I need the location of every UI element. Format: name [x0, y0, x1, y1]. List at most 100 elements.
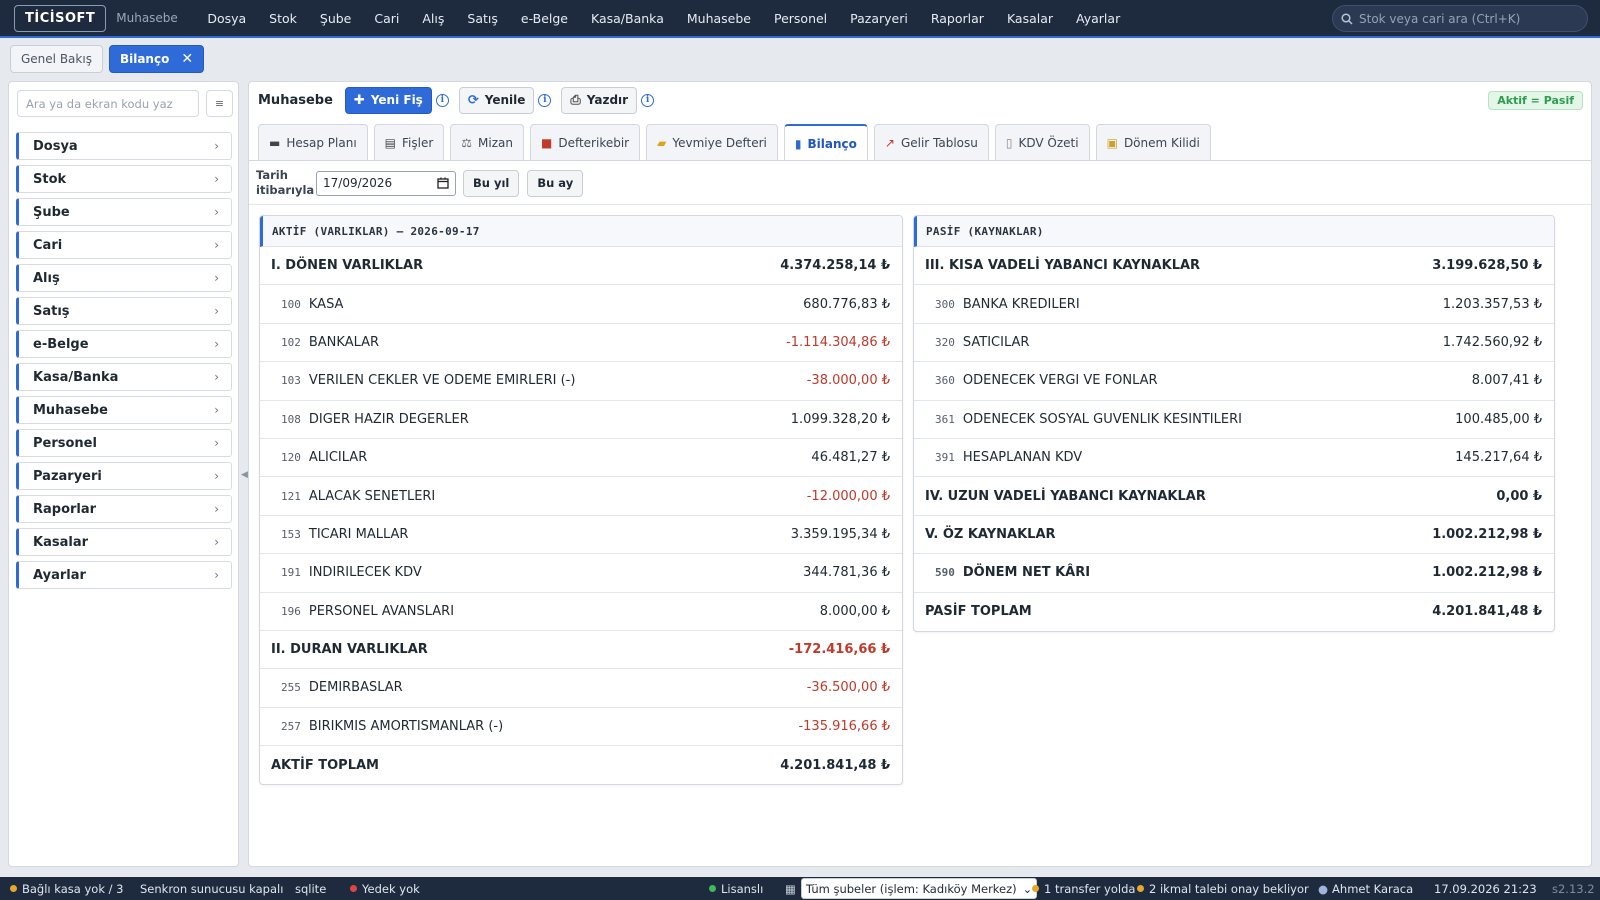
account-row[interactable]: 360 ODENECEK VERGI VE FONLAR 8.007,41 ₺	[914, 362, 1554, 401]
branch-select[interactable]: Tüm şubeler (işlem: Kadıköy Merkez) ⌄	[800, 878, 1038, 899]
sidebar-item[interactable]: Cari ›	[16, 231, 232, 259]
top-nav-item[interactable]: Pazaryeri	[839, 11, 920, 26]
section-row[interactable]: V. ÖZ KAYNAKLAR 1.002.212,98 ₺	[914, 516, 1554, 555]
page-tab-balance-sheet[interactable]: Bilanço ✕	[108, 45, 205, 73]
account-row[interactable]: 120 ALICILAR 46.481,27 ₺	[260, 439, 902, 478]
account-row[interactable]: 121 ALACAK SENETLERI -12.000,00 ₺	[260, 477, 902, 516]
subtab[interactable]: ▮ Bilanço	[783, 124, 868, 161]
toolbar-title: Muhasebe	[258, 92, 333, 108]
sidebar-item[interactable]: Muhasebe ›	[16, 396, 232, 424]
subtab[interactable]: ⚖ Mizan	[450, 124, 524, 160]
global-search[interactable]	[1332, 5, 1588, 32]
sidebar-item-label: Şube	[33, 204, 70, 220]
app-logo[interactable]: TİCİSOFT	[14, 4, 107, 32]
new-voucher-button[interactable]: ✚ Yeni Fiş	[344, 86, 432, 114]
top-nav-item[interactable]: Şube	[308, 11, 362, 26]
this-month-button[interactable]: Bu ay	[527, 169, 584, 197]
account-label-group: AKTİF TOPLAM	[271, 758, 379, 773]
top-nav-item[interactable]: Kasa/Banka	[580, 11, 676, 26]
account-amount: 344.781,36 ₺	[803, 565, 890, 581]
print-button[interactable]: ⎙ Yazdır	[561, 86, 638, 114]
top-nav-item[interactable]: Ayarlar	[1065, 11, 1132, 26]
page-tab-overview[interactable]: Genel Bakış	[10, 45, 103, 73]
account-label-group: 391 HESAPLANAN KDV	[935, 450, 1082, 465]
sidebar-collapse-icon[interactable]: ◀	[241, 470, 248, 480]
info-icon[interactable]: i	[641, 93, 655, 107]
sidebar-item[interactable]: Alış ›	[16, 264, 232, 292]
global-search-input[interactable]	[1359, 11, 1579, 26]
account-row[interactable]: 320 SATICILAR 1.742.560,92 ₺	[914, 324, 1554, 363]
sidebar-item[interactable]: Stok ›	[16, 165, 232, 193]
top-nav-item[interactable]: Dosya	[196, 11, 258, 26]
refresh-button[interactable]: ⟳ Yenile	[458, 86, 535, 114]
sidebar-search-input[interactable]	[17, 90, 199, 117]
cash-register-status-text: Bağlı kasa yok / 3	[22, 881, 124, 896]
top-nav-item[interactable]: Raporlar	[919, 11, 995, 26]
total-row[interactable]: PASİF TOPLAM 4.201.841,48 ₺	[914, 593, 1554, 631]
request-status[interactable]: 2 ikmal talebi onay bekliyor	[1137, 882, 1309, 896]
subtab[interactable]: ▤ Fişler	[373, 124, 445, 160]
transfer-status-text: 1 transfer yolda	[1044, 881, 1136, 896]
account-row[interactable]: 300 BANKA KREDILERI 1.203.357,53 ₺	[914, 285, 1554, 324]
account-amount: 4.201.841,48 ₺	[780, 757, 890, 773]
date-input[interactable]: 17/09/2026	[316, 170, 456, 196]
top-nav-item[interactable]: Personel	[762, 11, 838, 26]
subtab[interactable]: ▣ Dönem Kilidi	[1095, 124, 1211, 160]
total-row[interactable]: AKTİF TOPLAM 4.201.841,48 ₺	[260, 746, 902, 784]
account-row[interactable]: 108 DIGER HAZIR DEGERLER 1.099.328,20 ₺	[260, 401, 902, 439]
section-row[interactable]: II. DURAN VARLIKLAR -172.416,66 ₺	[260, 631, 902, 670]
sidebar-item[interactable]: Raporlar ›	[16, 495, 232, 523]
account-row[interactable]: 196 PERSONEL AVANSLARI 8.000,00 ₺	[260, 593, 902, 631]
sidebar-item[interactable]: Dosya ›	[16, 132, 232, 160]
account-name: AKTİF TOPLAM	[271, 757, 379, 773]
section-row[interactable]: I. DÖNEN VARLIKLAR 4.374.258,14 ₺	[260, 247, 902, 286]
balance-status-badge: Aktif = Pasif	[1488, 91, 1583, 110]
section-row[interactable]: IV. UZUN VADELİ YABANCI KAYNAKLAR 0,00 ₺	[914, 477, 1554, 516]
account-name: I. DÖNEN VARLIKLAR	[271, 258, 424, 274]
account-row[interactable]: 103 VERILEN CEKLER VE ODEME EMIRLERI (-) -…	[260, 362, 902, 401]
sidebar-item[interactable]: Kasa/Banka ›	[16, 363, 232, 391]
account-row[interactable]: 391 HESAPLANAN KDV 145.217,64 ₺	[914, 439, 1554, 478]
top-nav-item[interactable]: Satış	[456, 11, 509, 26]
this-year-button[interactable]: Bu yıl	[463, 169, 520, 197]
top-nav-item[interactable]: e-Belge	[509, 11, 579, 26]
sidebar-item-label: Kasa/Banka	[33, 369, 119, 385]
top-nav-item[interactable]: Cari	[363, 11, 411, 26]
sidebar-item[interactable]: Satış ›	[16, 297, 232, 325]
subtab[interactable]: ■ Defterikebir	[529, 124, 641, 160]
sidebar-item[interactable]: Şube ›	[16, 198, 232, 226]
section-row[interactable]: III. KISA VADELİ YABANCI KAYNAKLAR 3.199.…	[914, 247, 1554, 286]
date-filter-label-line2: itibarıyla	[256, 183, 315, 197]
user-info[interactable]: ● Ahmet Karaca	[1318, 882, 1413, 896]
subtab[interactable]: ▰ Yevmiye Defteri	[646, 124, 778, 160]
transfer-status[interactable]: 1 transfer yolda	[1032, 882, 1135, 896]
account-row[interactable]: 257 BIRIKMIS AMORTISMANLAR (-) -135.916,66…	[260, 708, 902, 747]
account-row[interactable]: 153 TICARI MALLAR 3.359.195,34 ₺	[260, 516, 902, 555]
sidebar-item[interactable]: Ayarlar ›	[16, 561, 232, 589]
subtab[interactable]: ▬ Hesap Planı	[258, 124, 368, 160]
account-name: HESAPLANAN KDV	[962, 450, 1083, 466]
calendar-icon[interactable]	[437, 177, 449, 189]
top-nav-item[interactable]: Alış	[411, 11, 456, 26]
sidebar-menu-button[interactable]: ≡	[206, 90, 233, 117]
top-nav-item[interactable]: Kasalar	[995, 11, 1064, 26]
subtab[interactable]: ↗ Gelir Tablosu	[873, 124, 989, 160]
info-icon[interactable]: i	[538, 93, 552, 107]
account-row[interactable]: 255 DEMIRBASLAR -36.500,00 ₺	[260, 669, 902, 708]
sidebar-item[interactable]: Personel ›	[16, 429, 232, 457]
account-row[interactable]: 102 BANKALAR -1.114.304,86 ₺	[260, 324, 902, 363]
sidebar-item-label: Muhasebe	[33, 402, 108, 418]
info-icon[interactable]: i	[435, 93, 449, 107]
account-row[interactable]: 100 KASA 680.776,83 ₺	[260, 285, 902, 324]
top-nav-item[interactable]: Stok	[258, 11, 309, 26]
top-nav-item[interactable]: Muhasebe	[675, 11, 762, 26]
sidebar-item[interactable]: Kasalar ›	[16, 528, 232, 556]
subtab[interactable]: ▯ KDV Özeti	[994, 124, 1090, 160]
sidebar-item[interactable]: e-Belge ›	[16, 330, 232, 358]
account-row[interactable]: 191 INDIRILECEK KDV 344.781,36 ₺	[260, 554, 902, 593]
sidebar-item[interactable]: Pazaryeri ›	[16, 462, 232, 490]
account-row[interactable]: 361 ODENECEK SOSYAL GUVENLIK KESINTILERI 1…	[914, 401, 1554, 439]
account-row[interactable]: 590 DÖNEM NET KÂRI 1.002.212,98 ₺	[914, 554, 1554, 593]
db-status: sqlite	[295, 882, 326, 896]
close-icon[interactable]: ✕	[181, 51, 193, 67]
